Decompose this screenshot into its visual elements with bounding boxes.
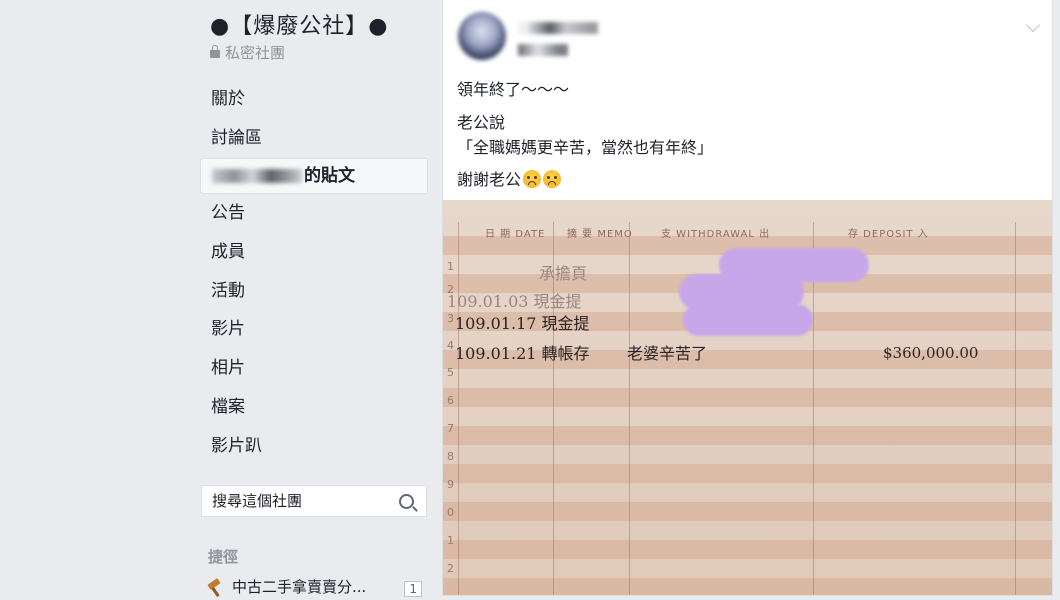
passbook-row-number: 9 (447, 478, 454, 491)
passbook-column-line (1015, 222, 1016, 595)
nav-item-watch-party[interactable]: 影片趴 (200, 427, 428, 466)
passbook-row-number: 0 (447, 506, 454, 519)
nav-item-files[interactable]: 檔案 (200, 388, 428, 427)
post-meta-redacted (518, 44, 568, 56)
passbook-header-date: 日 期 DATE (485, 229, 546, 240)
nav-item-about[interactable]: 關於 (200, 80, 428, 119)
passbook-header-withdrawal: 支 WITHDRAWAL 出 (661, 229, 771, 240)
passbook-deposit-amount: $360,000.00 (883, 344, 979, 362)
post-text-line: 謝謝老公 (457, 166, 562, 190)
nav-item-my-posts[interactable]: 的貼文 (200, 157, 428, 194)
passbook-entry: 老婆辛苦了 (627, 344, 708, 363)
passbook-column-line (458, 222, 459, 595)
redacted-username (212, 168, 302, 183)
passbook-entry: 109.01.17 現金提 (455, 314, 590, 333)
passbook-column-line (629, 222, 630, 595)
passbook-row-band (443, 540, 1052, 559)
passbook-row-band (443, 578, 1052, 595)
post-text-thanks: 謝謝老公 (457, 170, 522, 189)
post-text-line: 領年終了～～～ (457, 80, 570, 99)
passbook-header-deposit: 存 DEPOSIT 入 (848, 229, 929, 240)
redaction-mark (679, 248, 869, 340)
shortcuts-heading: 捷徑 (208, 548, 239, 566)
nav-item-members[interactable]: 成員 (200, 233, 428, 272)
passbook-row-band (443, 426, 1052, 445)
post-card: 領年終了～～～ 老公說 「全職媽媽更辛苦，當然也有年終」 謝謝老公 日 期 DA… (442, 0, 1053, 596)
lock-icon (210, 44, 220, 58)
passbook-row-number: 5 (447, 366, 454, 379)
passbook-entry: 109.01.03 現金提 (447, 292, 582, 311)
passbook-row-number: 1 (447, 534, 454, 547)
nav-item-my-posts-label: 的貼文 (304, 165, 355, 186)
author-avatar[interactable] (458, 12, 506, 60)
search-input[interactable] (202, 486, 392, 516)
nav-item-discussion[interactable]: 討論區 (200, 119, 428, 158)
post-text-line: 「全職媽媽更辛苦，當然也有年終」 (457, 138, 714, 157)
passbook-entry: 承擔頁 (539, 264, 588, 283)
group-nav: 關於 討論區 的貼文 公告 成員 活動 影片 相片 檔案 影片趴 (200, 80, 428, 466)
passbook-row-band (443, 388, 1052, 407)
gavel-icon (206, 581, 224, 595)
nav-item-announcements[interactable]: 公告 (200, 194, 428, 233)
shortcut-count-badge: 1 (404, 581, 422, 597)
passbook-row-number: 8 (447, 450, 454, 463)
search-icon[interactable] (399, 494, 414, 509)
passbook-row-number: 4 (447, 339, 454, 352)
nav-item-videos[interactable]: 影片 (200, 310, 428, 349)
crying-face-emoji (543, 170, 562, 188)
post-text-line: 老公說 (457, 113, 506, 132)
passbook-row-number: 6 (447, 394, 454, 407)
passbook-row-band (443, 502, 1052, 521)
passbook-row-number: 2 (447, 562, 454, 575)
group-title[interactable]: ●【爆廢公社】● (210, 8, 388, 40)
group-sidebar: ●【爆廢公社】● 私密社團 關於 討論區 的貼文 公告 成員 活動 影片 相片 … (200, 0, 430, 597)
group-privacy: 私密社團 (210, 42, 285, 63)
passbook-row-number: 3 (447, 312, 454, 325)
crying-face-emoji (523, 170, 542, 188)
passbook-entry: 109.01.21 轉帳存 (455, 344, 590, 363)
passbook-row-number: 7 (447, 422, 454, 435)
nav-item-photos[interactable]: 相片 (200, 349, 428, 388)
shortcut-label: 中古二手拿賣賣分... (232, 578, 367, 596)
privacy-label: 私密社團 (225, 44, 286, 62)
passbook-header-memo: 摘 要 MEMO (567, 229, 633, 240)
chevron-down-icon[interactable] (1025, 17, 1041, 33)
author-name-redacted[interactable] (518, 22, 598, 34)
group-search (201, 485, 427, 517)
passbook-row-band (443, 464, 1052, 483)
nav-item-events[interactable]: 活動 (200, 272, 428, 311)
passbook-row-number: 1 (447, 260, 454, 273)
bankbook-photo[interactable]: 日 期 DATE 摘 要 MEMO 支 WITHDRAWAL 出 存 DEPOS… (443, 200, 1052, 595)
shortcut-item[interactable]: 中古二手拿賣賣分... 1 (206, 576, 428, 600)
